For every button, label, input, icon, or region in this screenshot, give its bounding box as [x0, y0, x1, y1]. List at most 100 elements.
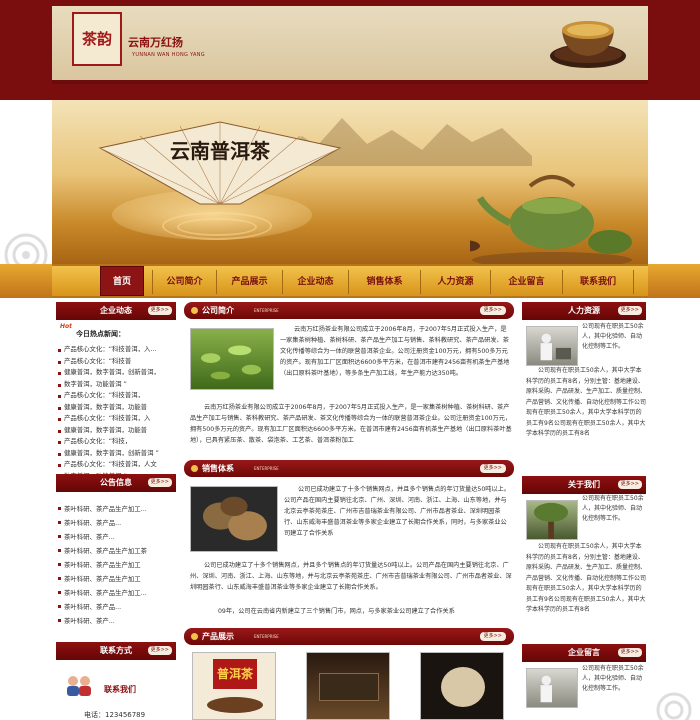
contact-more-link[interactable]: 更多>> [147, 646, 172, 655]
customer-service-icon [67, 676, 91, 696]
products-subtitle: ENTERPRISE [254, 634, 279, 639]
tea-cakes-photo [190, 486, 278, 552]
product-teapot-shape [207, 697, 263, 713]
notice-item[interactable]: 茶叶科研、茶产品生产加工... [56, 586, 176, 600]
sales-paragraph-2: 公司已成功建立了十多个销售网点，并且多个销售点的年订货量达50吨以上。公司产品在… [190, 562, 512, 591]
about-header: 公司简介 ENTERPRISE 更多>> [184, 302, 514, 319]
logo-seal[interactable]: 茶韵 [72, 12, 122, 66]
bullet-icon [191, 633, 198, 640]
brand-name: 云南万红扬 [128, 36, 183, 49]
news-more-link[interactable]: 更多>> [147, 306, 172, 315]
sales-more-link[interactable]: 更多>> [479, 464, 506, 473]
hr-short-text: 公司现有在职员工50余人，其中化验师、自动化控制等工作。 [582, 323, 644, 350]
about-us-more-link[interactable]: 更多>> [617, 480, 642, 489]
tea-cake-icon [202, 496, 267, 541]
nav-item-products[interactable]: 产品展示 [216, 270, 282, 294]
about-us-short-text: 公司现有在职员工50余人，其中化验师、自动化控制等工作。 [582, 495, 644, 522]
folding-fan-icon: 云南普洱茶 [98, 121, 342, 205]
about-title: 公司简介 [202, 306, 234, 315]
about-more-link[interactable]: 更多>> [479, 306, 506, 315]
news-item[interactable]: 产品核心文化：“科技普洱，人文 [56, 459, 176, 471]
main-nav: 首页 公司简介 产品展示 企业动态 销售体系 人力资源 企业留言 联系我们 [52, 264, 648, 298]
brand-english-name: YUNNAN WAN HONG YANG [132, 52, 205, 58]
news-item[interactable]: 数字普洱，功能普洱 ” [56, 379, 176, 391]
notice-item[interactable]: 茶叶科研、茶产... [56, 614, 176, 628]
product-thumb-2[interactable] [306, 652, 390, 720]
worker-icon [540, 675, 552, 703]
nav-ribbon-right [648, 264, 700, 298]
about-subtitle: ENTERPRISE [254, 308, 279, 313]
notice-more-link[interactable]: 更多>> [147, 478, 172, 487]
about-us-long-text: 公司现有在职员工50余人，其中大学本科学历的员工有8名，分别主管：基地建设、原料… [526, 543, 647, 613]
notice-header: 公告信息 更多>> [56, 474, 176, 492]
teacup-icon [550, 21, 626, 68]
product-thumb-3[interactable] [420, 652, 504, 720]
news-panel: Hot 今日热点新闻： 产品核心文化：“科技普洱，入... 产品核心文化：“科技… [56, 320, 176, 480]
worker-icon [540, 333, 571, 361]
product-box-shape [319, 673, 379, 701]
tea-leaves-icon [201, 345, 262, 380]
news-item[interactable]: 健康普洱，数字普洱，功能普 [56, 425, 176, 437]
product-thumb-1[interactable]: 普洱茶 [192, 652, 276, 720]
sales-paragraph-1: 公司已成功建立了十多个销售网点，并且多个销售点的年订货量达50吨以上。公司产品在… [284, 486, 511, 537]
news-header: 企业动态 更多>> [56, 302, 176, 320]
message-short-text: 公司现有在职员工50余人，其中化验师、自动化控制等工作。 [582, 665, 644, 692]
hr-long-text: 公司现有在职员工50余人，其中大学本科学历的员工有8名，分别主管：基地建设、原料… [526, 367, 647, 437]
nav-item-hr[interactable]: 人力资源 [420, 270, 490, 294]
nav-ribbon-left [0, 264, 52, 298]
news-item[interactable]: 产品核心文化：“科技普洱， [56, 390, 176, 402]
hot-badge: Hot [60, 323, 73, 330]
notice-item[interactable]: 茶叶科研、茶产... [56, 530, 176, 544]
products-more-link[interactable]: 更多>> [479, 632, 506, 641]
notice-item[interactable]: 茶叶科研、茶产品生产加工 [56, 572, 176, 586]
sales-paragraph-3: 09年，公司在云南省内新建立了三个销售门市，网点，与多家茶业公司建立了合作关系 [218, 608, 455, 615]
notice-item[interactable]: 茶叶科研、茶产品... [56, 600, 176, 614]
news-item[interactable]: 产品核心文化：“科技普 [56, 356, 176, 368]
water-ripple [177, 218, 257, 236]
news-item[interactable]: 产品核心文化：“科技， [56, 436, 176, 448]
nav-item-home[interactable]: 首页 [100, 266, 144, 296]
products-title: 产品展示 [202, 632, 234, 641]
news-item[interactable]: 健康普洱，数字普洱，创新普洱， [56, 367, 176, 379]
news-item[interactable]: 健康普洱，数字普洱，创新普洱 ” [56, 448, 176, 460]
about-paragraph-2: 云南万红扬茶业有限公司成立于2006年8月，于2007年5月正式投入生产，是一家… [190, 404, 512, 444]
message-more-link[interactable]: 更多>> [617, 648, 642, 657]
hr-photo [526, 326, 578, 366]
news-item[interactable]: 健康普洱，数字普洱，功能普 [56, 402, 176, 414]
news-headline: 今日热点新闻： [76, 330, 125, 338]
bullet-icon [191, 307, 198, 314]
spiral-decoration-icon [656, 692, 692, 720]
about-us-photo [526, 500, 578, 540]
message-photo [526, 668, 578, 708]
notice-item[interactable]: 茶叶科研、茶产品生产加工 [56, 558, 176, 572]
contact-header: 联系方式 更多>> [56, 642, 176, 660]
tea-plantation-photo [190, 328, 274, 390]
notice-list: 茶叶科研、茶产品生产加工... 茶叶科研、茶产品... 茶叶科研、茶产... 茶… [56, 502, 176, 628]
contact-phone: 电话：123456789 [84, 711, 146, 719]
hr-more-link[interactable]: 更多>> [617, 306, 642, 315]
message-header: 企业留言 更多>> [522, 644, 646, 662]
product-caption: 普洱茶 [213, 659, 257, 689]
nav-item-about[interactable]: 公司简介 [152, 270, 216, 294]
nav-item-sales[interactable]: 销售体系 [348, 270, 420, 294]
news-item[interactable]: 产品核心文化：“科技普洱，入... [56, 344, 176, 356]
products-header: 产品展示 ENTERPRISE 更多>> [184, 628, 514, 645]
about-us-header: 关于我们 更多>> [522, 476, 646, 494]
notice-item[interactable]: 茶叶科研、茶产品生产加工... [56, 502, 176, 516]
contact-label: 联系我们 [104, 685, 136, 694]
teapot-icon [470, 175, 632, 268]
fan-calligraphy: 云南普洱茶 [170, 139, 271, 163]
nav-item-news[interactable]: 企业动态 [282, 270, 348, 294]
logo-text: 茶韵 [81, 30, 112, 48]
nav-item-message[interactable]: 企业留言 [490, 270, 562, 294]
hr-header: 人力资源 更多>> [522, 302, 646, 320]
product-tea-cake-shape [441, 667, 485, 707]
notice-item[interactable]: 茶叶科研、茶产品生产加工茶 [56, 544, 176, 558]
nav-item-contact[interactable]: 联系我们 [562, 270, 634, 294]
notice-item[interactable]: 茶叶科研、茶产品... [56, 516, 176, 530]
bullet-icon [191, 465, 198, 472]
sales-title: 销售体系 [202, 464, 234, 473]
tree-icon [533, 502, 569, 539]
sales-header: 销售体系 ENTERPRISE 更多>> [184, 460, 514, 477]
news-item[interactable]: 产品核心文化：“科技普洱，入 [56, 413, 176, 425]
